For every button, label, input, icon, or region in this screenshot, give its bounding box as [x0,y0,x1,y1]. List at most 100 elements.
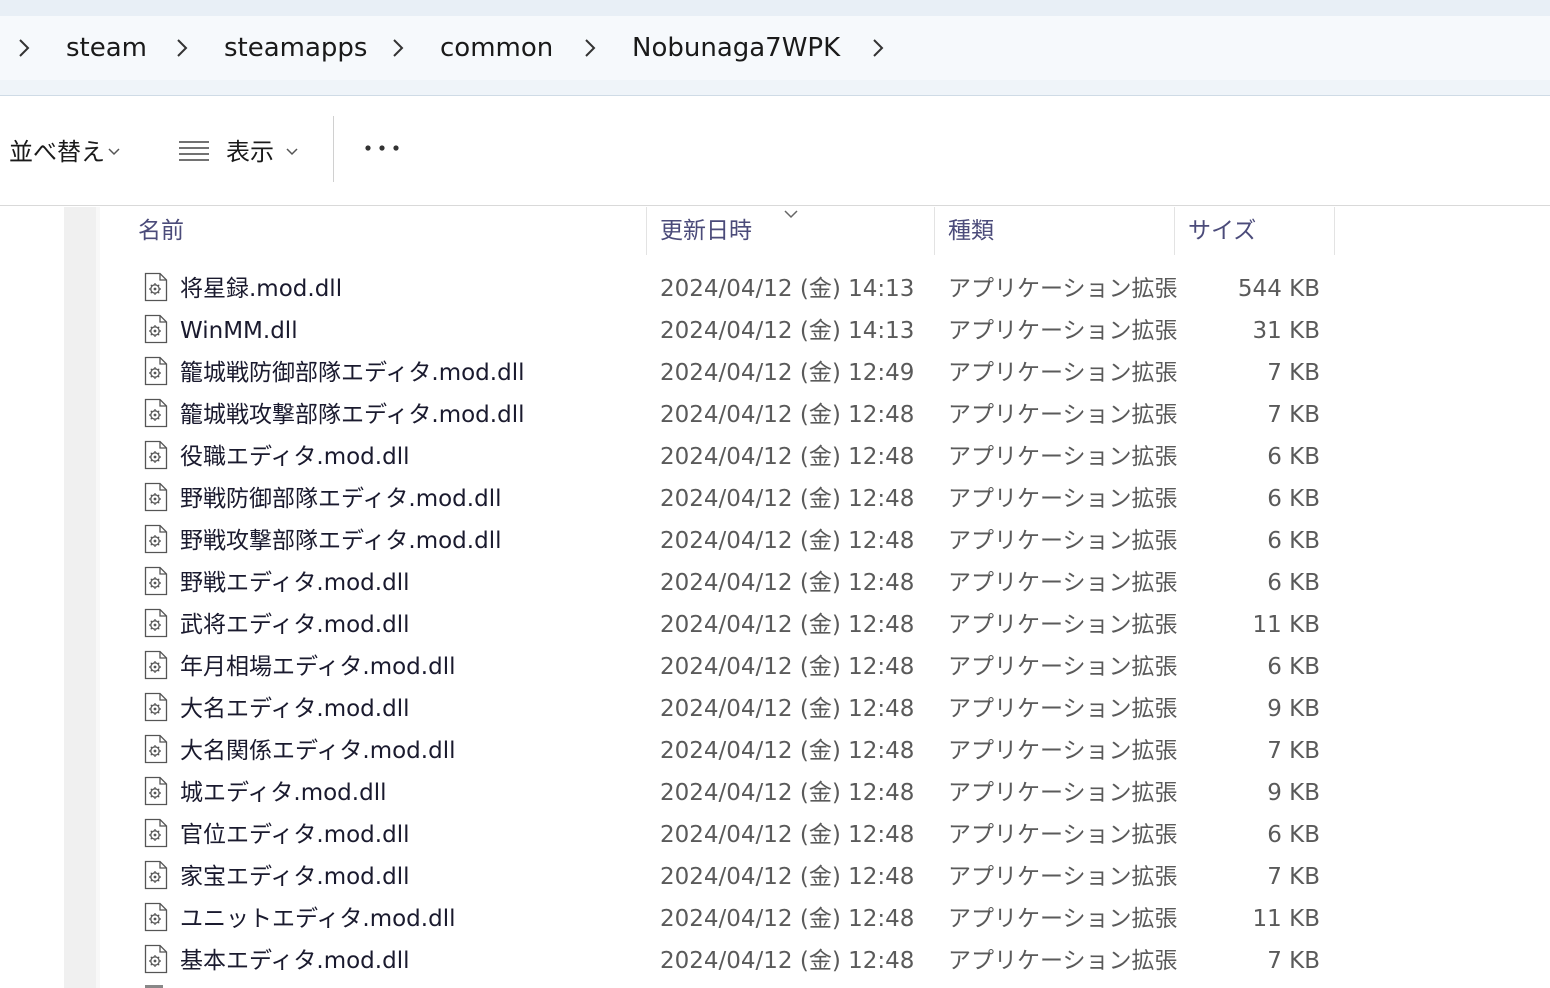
file-row[interactable]: 将星録.mod.dll 2024/04/12 (金) 14:13 アプリケーション拡… [100,268,1335,310]
breadcrumb-item-steam[interactable]: steam [66,30,147,66]
file-size: 7 KB [1267,948,1320,974]
file-row[interactable]: 役職エディタ.mod.dll 2024/04/12 (金) 12:48 アプリケーシ… [100,436,1335,478]
breadcrumb-item-nobunaga7wpk[interactable]: Nobunaga7WPK [632,30,840,66]
file-size: 7 KB [1267,360,1320,386]
chevron-right-icon[interactable] [868,34,888,62]
column-header-name[interactable]: 名前 [138,207,184,255]
file-type: アプリケーション拡張 [948,780,1178,806]
chevron-down-icon[interactable] [106,144,122,158]
sort-button[interactable]: 並べ替え [9,136,105,168]
file-row[interactable]: 武将エディタ.mod.dll 2024/04/12 (金) 12:48 アプリケーシ… [100,604,1335,646]
file-date: 2024/04/12 (金) 12:48 [660,780,915,806]
file-row[interactable]: ユニットエディタ.mod.dll 2024/04/12 (金) 12:48 アプリケ… [100,898,1335,940]
column-divider[interactable] [1174,207,1175,255]
chevron-right-icon[interactable] [388,34,408,62]
file-row[interactable]: 大名関係エディタ.mod.dll 2024/04/12 (金) 12:48 アプリケ… [100,730,1335,772]
file-row[interactable]: 官位エディタ.mod.dll 2024/04/12 (金) 12:48 アプリケーシ… [100,814,1335,856]
dll-file-icon [144,650,168,680]
command-bar: 並べ替え 表示 [0,96,1550,206]
file-size: 9 KB [1267,696,1320,722]
dll-file-icon [144,566,168,596]
file-row[interactable]: 大名エディタ.mod.dll 2024/04/12 (金) 12:48 アプリケーシ… [100,688,1335,730]
file-name: 籠城戦攻撃部隊エディタ.mod.dll [180,402,525,428]
view-button[interactable]: 表示 [226,136,274,168]
file-size: 7 KB [1267,402,1320,428]
file-row[interactable]: WinMM.dll 2024/04/12 (金) 14:13 アプリケーション拡張 3… [100,310,1335,352]
dll-file-icon [144,524,168,554]
file-size: 6 KB [1267,528,1320,554]
column-divider[interactable] [934,207,935,255]
file-row[interactable]: 野戦エディタ.mod.dll 2024/04/12 (金) 12:48 アプリケーシ… [100,562,1335,604]
chevron-right-icon[interactable] [580,34,600,62]
file-name: 武将エディタ.mod.dll [180,612,410,638]
file-type: アプリケーション拡張 [948,822,1178,848]
file-date: 2024/04/12 (金) 12:48 [660,444,915,470]
dll-file-icon [144,608,168,638]
file-date: 2024/04/12 (金) 12:48 [660,612,915,638]
file-row[interactable]: 城エディタ.mod.dll 2024/04/12 (金) 12:48 アプリケーショ… [100,772,1335,814]
file-size: 6 KB [1267,486,1320,512]
file-row[interactable]: 家宝エディタ.mod.dll 2024/04/12 (金) 12:48 アプリケーシ… [100,856,1335,898]
breadcrumb-item-common[interactable]: common [440,30,553,66]
file-name: 大名エディタ.mod.dll [180,696,410,722]
column-divider[interactable] [646,207,647,255]
file-name: 年月相場エディタ.mod.dll [180,654,456,680]
file-name: 籠城戦防御部隊エディタ.mod.dll [180,360,525,386]
column-header-type[interactable]: 種類 [948,207,994,255]
file-name: 官位エディタ.mod.dll [180,822,410,848]
file-type: アプリケーション拡張 [948,570,1178,596]
column-header-size[interactable]: サイズ [1188,207,1256,255]
file-size: 6 KB [1267,444,1320,470]
column-header-row: 名前 更新日時 種類 サイズ [100,207,1550,257]
file-date: 2024/04/12 (金) 12:48 [660,486,915,512]
file-date: 2024/04/12 (金) 12:48 [660,570,915,596]
file-name: 野戦攻撃部隊エディタ.mod.dll [180,528,502,554]
navigation-pane[interactable] [64,207,96,988]
dll-file-icon [144,314,168,344]
file-type: アプリケーション拡張 [948,738,1178,764]
file-type: アプリケーション拡張 [948,318,1178,344]
file-name: 城エディタ.mod.dll [180,780,387,806]
dll-file-icon [144,776,168,806]
file-row[interactable]: 籠城戦攻撃部隊エディタ.mod.dll 2024/04/12 (金) 12:48 ア… [100,394,1335,436]
file-name: 将星録.mod.dll [180,276,343,302]
column-header-date[interactable]: 更新日時 [660,207,752,255]
file-type: アプリケーション拡張 [948,402,1178,428]
dll-file-icon [144,944,168,974]
dll-file-icon [144,734,168,764]
file-type: アプリケーション拡張 [948,612,1178,638]
breadcrumb-item-steamapps[interactable]: steamapps [224,30,367,66]
more-options-icon[interactable] [362,138,402,158]
dll-file-icon [144,818,168,848]
file-size: 11 KB [1252,612,1320,638]
file-row[interactable]: 野戦攻撃部隊エディタ.mod.dll 2024/04/12 (金) 12:48 アプ… [100,520,1335,562]
dll-file-icon [144,440,168,470]
file-date: 2024/04/12 (金) 14:13 [660,318,915,344]
file-type: アプリケーション拡張 [948,696,1178,722]
dll-file-icon [144,692,168,722]
file-name: 野戦エディタ.mod.dll [180,570,410,596]
file-size: 31 KB [1252,318,1320,344]
file-date: 2024/04/12 (金) 12:48 [660,864,915,890]
file-row[interactable]: 籠城戦防御部隊エディタ.mod.dll 2024/04/12 (金) 12:49 ア… [100,352,1335,394]
file-row[interactable]: 基本エディタ.mod.dll 2024/04/12 (金) 12:48 アプリケーシ… [100,940,1335,982]
file-name: 家宝エディタ.mod.dll [180,864,410,890]
chevron-right-icon[interactable] [14,34,34,62]
column-divider[interactable] [1334,207,1335,255]
file-date: 2024/04/12 (金) 14:13 [660,276,915,302]
dll-file-icon [144,860,168,890]
file-type: アプリケーション拡張 [948,444,1178,470]
list-view-icon[interactable] [178,140,210,162]
chevron-right-icon[interactable] [172,34,192,62]
chevron-down-icon[interactable] [284,144,300,158]
file-size: 6 KB [1267,570,1320,596]
file-name: 役職エディタ.mod.dll [180,444,410,470]
file-type: アプリケーション拡張 [948,528,1178,554]
file-size: 6 KB [1267,654,1320,680]
file-row[interactable]: 年月相場エディタ.mod.dll 2024/04/12 (金) 12:48 アプリケ… [100,646,1335,688]
file-row[interactable]: 野戦防御部隊エディタ.mod.dll 2024/04/12 (金) 12:48 アプ… [100,478,1335,520]
file-type: アプリケーション拡張 [948,360,1178,386]
file-date: 2024/04/12 (金) 12:48 [660,696,915,722]
file-name: ユニットエディタ.mod.dll [180,906,456,932]
file-date: 2024/04/12 (金) 12:49 [660,360,915,386]
